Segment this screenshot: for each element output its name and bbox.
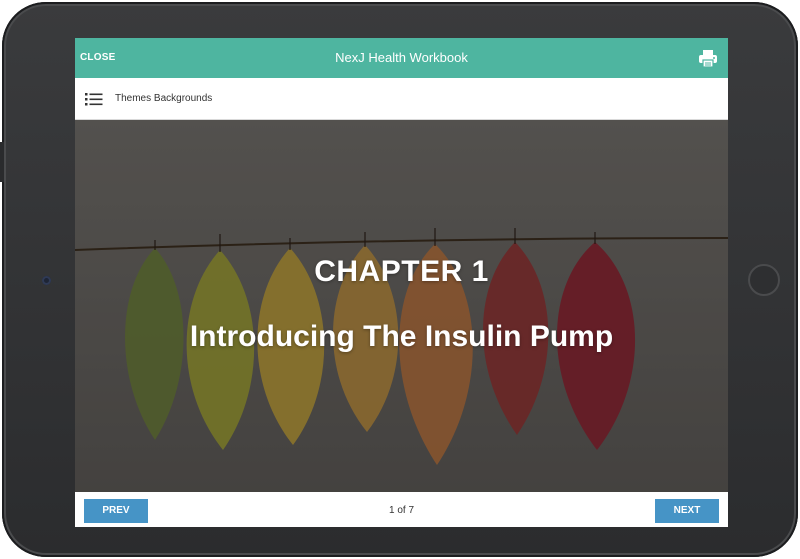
printer-icon — [699, 50, 717, 68]
chapter-title: Introducing The Insulin Pump — [189, 320, 614, 353]
app-title: NexJ Health Workbook — [335, 50, 468, 65]
chapter-label: CHAPTER 1 — [314, 255, 489, 288]
page-indicator: 1 of 7 — [388, 505, 415, 516]
screen: NexJ Health Workbook CLOSE Themes Backgr… — [75, 38, 728, 527]
close-button[interactable]: CLOSE — [80, 38, 115, 78]
toolbar: Themes Backgrounds — [75, 78, 728, 120]
volume-button — [0, 142, 4, 182]
chapter-cover: CHAPTER 1 Introducing The Insulin Pump — [75, 120, 728, 492]
tablet-frame: NexJ Health Workbook CLOSE Themes Backgr… — [0, 2, 798, 557]
pager: PREV 1 of 7 NEXT — [75, 492, 728, 527]
leaves-background-image — [75, 120, 728, 492]
menu-button[interactable] — [85, 91, 103, 107]
next-button[interactable]: NEXT — [655, 499, 719, 523]
themes-backgrounds-link[interactable]: Themes Backgrounds — [115, 78, 212, 120]
print-button[interactable] — [698, 48, 718, 68]
app-header: NexJ Health Workbook CLOSE — [75, 38, 728, 78]
camera-icon — [42, 276, 51, 285]
home-button[interactable] — [748, 264, 780, 296]
list-menu-icon — [85, 93, 103, 106]
